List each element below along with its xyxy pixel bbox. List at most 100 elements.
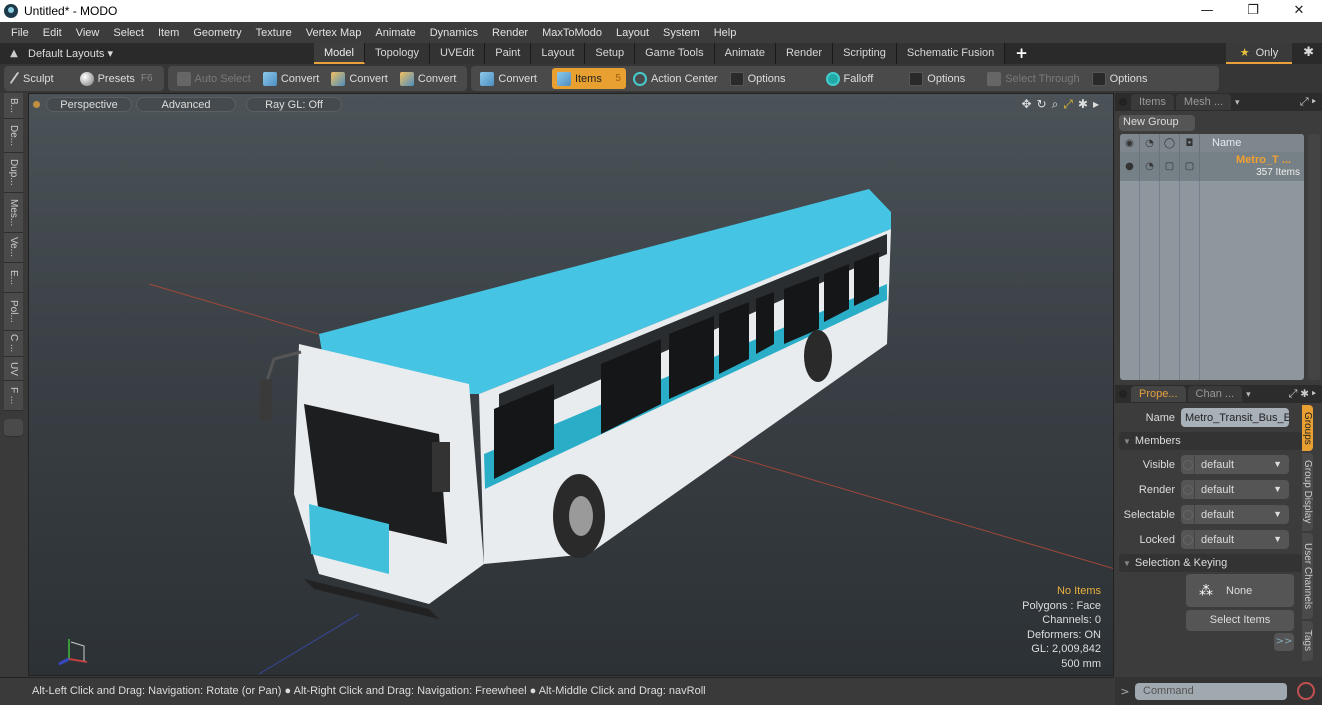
tab-items[interactable]: Items	[1131, 94, 1174, 110]
collapse-icon[interactable]: ▲	[0, 48, 28, 59]
falloff-options-button[interactable]: Options	[904, 68, 970, 89]
viewport-gear-icon[interactable]: ✱	[1078, 97, 1088, 112]
name-column-header[interactable]: Name	[1200, 137, 1241, 149]
layout-tab-setup[interactable]: Setup	[585, 43, 636, 64]
tab-properties[interactable]: Prope...	[1131, 386, 1186, 402]
layout-tab-model[interactable]: Model	[314, 43, 365, 64]
tab-channels[interactable]: Chan ...	[1187, 386, 1243, 402]
selectable-dropdown[interactable]: default ▼	[1181, 505, 1289, 524]
falloff-button[interactable]: Falloff	[821, 68, 879, 89]
locked-dropdown[interactable]: default ▼	[1181, 530, 1289, 549]
viewport-options-icon[interactable]	[33, 100, 40, 108]
layout-tab-game-tools[interactable]: Game Tools	[635, 43, 715, 64]
menu-item[interactable]: Item	[151, 27, 186, 39]
3d-viewport[interactable]: Perspective Advanced Ray GL: Off ✥ ↻ ⌕ ⤢…	[28, 93, 1114, 676]
menu-animate[interactable]: Animate	[368, 27, 422, 39]
menu-vertex-map[interactable]: Vertex Map	[299, 27, 369, 39]
expand-arrow-icon[interactable]: ▸	[1093, 97, 1099, 112]
panel-menu-icon[interactable]	[1119, 390, 1127, 398]
left-tool-tab[interactable]: Dup...	[4, 153, 23, 193]
presets-button[interactable]: Presets F6	[75, 68, 158, 89]
select-through-options-button[interactable]: Options	[1087, 68, 1153, 89]
left-tool-tab[interactable]: Pol...	[4, 293, 23, 331]
menu-file[interactable]: File	[4, 27, 36, 39]
close-button[interactable]: ✕	[1276, 0, 1322, 22]
select-items-button[interactable]: Select Items	[1186, 610, 1294, 631]
menu-help[interactable]: Help	[707, 27, 744, 39]
keyframe-knob-icon[interactable]	[1181, 530, 1195, 549]
render-column-icon[interactable]: ◔	[1140, 134, 1160, 152]
selection-keying-section[interactable]: ▼ Selection & Keying	[1119, 554, 1302, 572]
maximize-button[interactable]: ❐	[1230, 0, 1276, 22]
raygl-button[interactable]: Ray GL: Off	[246, 96, 342, 112]
selection-set-button[interactable]: ⁂ None	[1186, 574, 1294, 607]
minimize-button[interactable]: —	[1184, 0, 1230, 22]
more-button[interactable]: >>	[1274, 633, 1294, 651]
tab-dropdown-icon[interactable]: ▾	[1246, 389, 1251, 400]
lock-checkbox[interactable]: ▢	[1180, 152, 1200, 181]
bus-model[interactable]	[260, 189, 891, 619]
pan-icon[interactable]: ✥	[1021, 97, 1031, 112]
side-tab-tags[interactable]: Tags	[1302, 621, 1313, 661]
convert-polygons-button[interactable]: Convert	[395, 68, 462, 89]
view-type-button[interactable]: Perspective	[46, 96, 132, 112]
command-input[interactable]: Command	[1135, 682, 1287, 700]
gear-icon[interactable]: ✱	[1303, 45, 1314, 60]
sculpt-button[interactable]: Sculpt	[8, 68, 59, 89]
menu-edit[interactable]: Edit	[36, 27, 69, 39]
visible-dropdown[interactable]: default ▼	[1181, 455, 1289, 474]
group-row[interactable]: ● ◔ ▢ ▢ Metro_T ... 357 Items	[1120, 152, 1304, 181]
left-tool-tab[interactable]: F ...	[4, 381, 23, 411]
visibility-column-icon[interactable]: ◉	[1120, 134, 1140, 152]
layout-tab-topology[interactable]: Topology	[364, 43, 431, 64]
render-dropdown[interactable]: default ▼	[1181, 480, 1289, 499]
convert-vertices-button[interactable]: Convert	[258, 68, 325, 89]
menu-system[interactable]: System	[656, 27, 707, 39]
fit-view-icon[interactable]: ⤢	[1063, 97, 1073, 112]
new-group-button[interactable]: New Group	[1119, 115, 1195, 131]
add-layout-tab-button[interactable]: +	[1005, 43, 1038, 64]
left-tool-tab[interactable]: C ...	[4, 331, 23, 357]
menu-layout[interactable]: Layout	[609, 27, 656, 39]
keyframe-knob-icon[interactable]	[1181, 505, 1195, 524]
layout-tab-scripting[interactable]: Scripting	[833, 43, 897, 64]
action-center-button[interactable]: Action Center	[628, 68, 723, 89]
left-tools-expand-button[interactable]	[4, 419, 23, 437]
keyframe-knob-icon[interactable]	[1181, 455, 1195, 474]
left-tool-tab[interactable]: De...	[4, 119, 23, 153]
side-tab-groups[interactable]: Groups	[1302, 405, 1313, 451]
zoom-icon[interactable]: ⌕	[1052, 97, 1059, 112]
left-tool-tab[interactable]: UV	[4, 357, 23, 381]
convert-materials-button[interactable]: Convert	[475, 68, 542, 89]
selectable-checkbox[interactable]: ▢	[1160, 152, 1180, 181]
layout-tab-uvedit[interactable]: UVEdit	[430, 43, 486, 64]
select-through-button[interactable]: Select Through	[982, 68, 1084, 89]
default-layouts-dropdown[interactable]: Default Layouts ▾	[28, 47, 314, 60]
lock-column-icon[interactable]: ◘	[1180, 134, 1200, 152]
left-tool-tab[interactable]: E...	[4, 263, 23, 293]
layout-tab-schematic-fusion[interactable]: Schematic Fusion	[896, 43, 1006, 64]
tab-mesh[interactable]: Mesh ...	[1175, 94, 1232, 110]
side-tab-group-display[interactable]: Group Display	[1302, 453, 1313, 531]
group-name-field[interactable]: Metro_Transit_Bus_E	[1181, 408, 1289, 427]
side-tab-user-channels[interactable]: User Channels	[1302, 533, 1313, 619]
action-center-options-button[interactable]: Options	[725, 68, 791, 89]
layout-tab-render[interactable]: Render	[775, 43, 834, 64]
render-icon[interactable]: ◔	[1140, 152, 1160, 181]
menu-dynamics[interactable]: Dynamics	[423, 27, 485, 39]
layout-tab-paint[interactable]: Paint	[485, 43, 532, 64]
items-mode-button[interactable]: Items 5	[551, 68, 626, 89]
layout-tab-layout[interactable]: Layout	[531, 43, 586, 64]
rotate-icon[interactable]: ↻	[1037, 97, 1047, 112]
left-tool-tab[interactable]: Ve...	[4, 233, 23, 263]
menu-texture[interactable]: Texture	[249, 27, 299, 39]
menu-view[interactable]: View	[69, 27, 107, 39]
select-column-icon[interactable]: ◯	[1160, 134, 1180, 152]
record-macro-icon[interactable]	[1297, 682, 1315, 700]
left-tool-tab[interactable]: Mes...	[4, 193, 23, 233]
convert-edges-button[interactable]: Convert	[326, 68, 393, 89]
keyframe-knob-icon[interactable]	[1181, 480, 1195, 499]
auto-select-button[interactable]: Auto Select	[172, 68, 256, 89]
eye-icon[interactable]: ●	[1120, 152, 1140, 181]
panel-settings-icon[interactable]: ⤢ ✱ ▸	[1289, 388, 1316, 401]
